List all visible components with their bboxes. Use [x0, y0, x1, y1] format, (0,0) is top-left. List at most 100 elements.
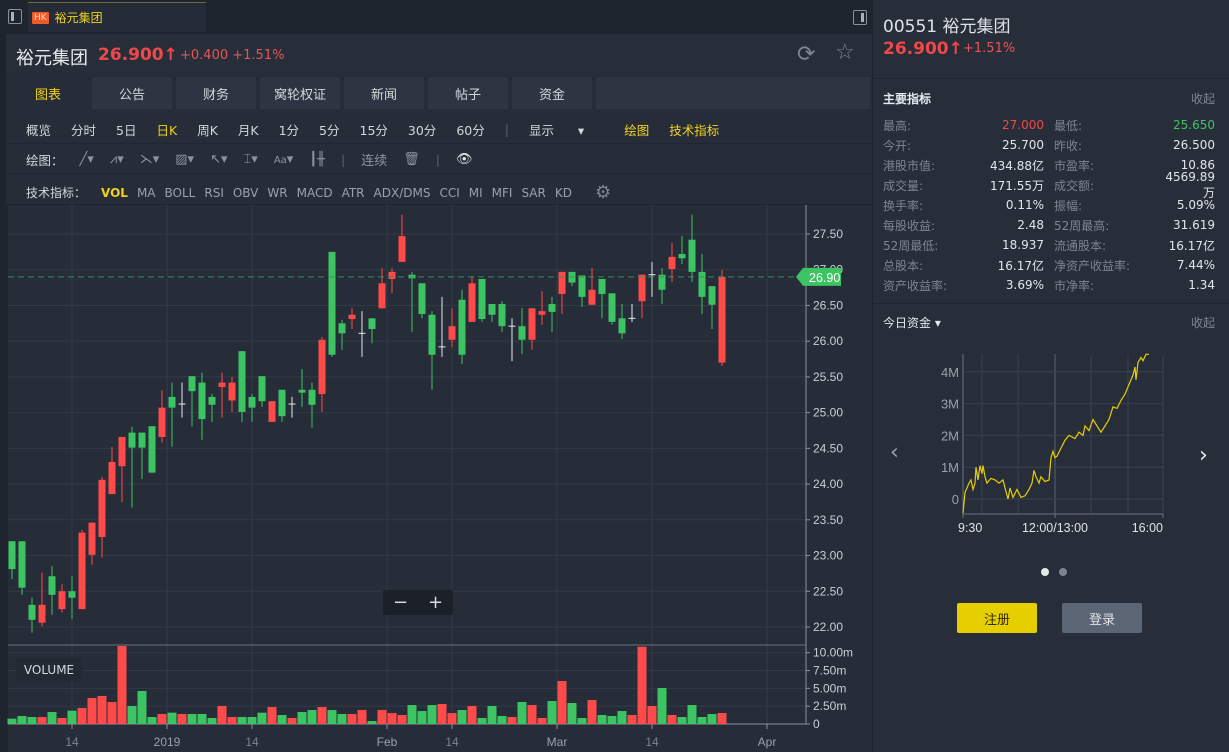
measure-tool-icon[interactable]: ⌶▾ [244, 152, 258, 167]
indicator-sar[interactable]: SAR [521, 186, 545, 200]
indicator-adx-dms[interactable]: ADX/DMS [374, 186, 431, 200]
period-5min[interactable]: 5分 [319, 120, 339, 139]
caret-down-icon: ▾ [573, 123, 585, 138]
polyline-tool-icon[interactable]: ⩘▾ [110, 152, 124, 167]
volume-bar [377, 710, 387, 724]
indicator-obv[interactable]: OBV [233, 186, 259, 200]
volume-bar [197, 714, 207, 724]
time-tick-label: Feb [377, 735, 398, 749]
section-tabs: 图表 公告 财务 窝轮权证 新闻 帖子 资金 [8, 77, 870, 109]
fund-flow-collapse-button[interactable]: 收起 [1180, 314, 1215, 331]
metric-label: 昨收: [1054, 138, 1083, 153]
period-daily-k[interactable]: 日K [156, 120, 177, 139]
volume-tick-label: 10.00m [813, 646, 853, 660]
gear-icon[interactable]: ⚙ [595, 182, 611, 203]
carousel-dot-active[interactable] [1041, 568, 1049, 576]
chevron-right-icon[interactable]: › [1199, 443, 1208, 468]
fund-y-tick-label: 3M [941, 397, 959, 412]
indicators-toggle[interactable]: 技术指标 [669, 120, 719, 139]
volume-bar [437, 704, 447, 724]
tab-news[interactable]: 新闻 [344, 77, 424, 109]
indicator-atr[interactable]: ATR [342, 186, 365, 200]
volume-bar [637, 646, 647, 724]
indicator-macd[interactable]: MACD [297, 186, 333, 200]
indicator-ma[interactable]: MA [137, 186, 156, 200]
volume-bar [47, 712, 57, 724]
period-monthly-k[interactable]: 月K [238, 120, 259, 139]
metric-row: 成交量: 171.55万 成交额: 4569.89万 [883, 170, 1215, 200]
volume-bar [617, 711, 627, 724]
candle-body [188, 376, 196, 392]
indicator-rsi[interactable]: RSI [204, 186, 224, 200]
left-panel-toggle-icon[interactable] [8, 9, 22, 24]
candle-body [268, 401, 276, 422]
candle-body [548, 304, 556, 312]
candle-body [378, 283, 386, 309]
fund-y-tick-label: 2M [941, 428, 959, 443]
register-button[interactable]: 注册 [957, 603, 1037, 633]
indicator-mi[interactable]: MI [469, 186, 483, 200]
indicator-boll[interactable]: BOLL [165, 186, 196, 200]
login-button[interactable]: 登录 [1062, 603, 1142, 633]
key-metrics-collapse-button[interactable]: 收起 [1180, 90, 1215, 107]
indicator-wr[interactable]: WR [267, 186, 287, 200]
zoom-in-button[interactable]: + [428, 592, 443, 613]
time-tick-label: Apr [758, 735, 777, 749]
price-change: +0.400 +1.51% [180, 48, 284, 63]
time-tick-label: 2019 [154, 735, 181, 749]
trash-icon[interactable]: 🗑 [403, 152, 420, 167]
draw-toggle[interactable]: 绘图 [624, 120, 649, 139]
candle-body [338, 323, 346, 334]
period-30min[interactable]: 30分 [408, 120, 436, 139]
period-overview[interactable]: 概览 [26, 120, 51, 139]
favorite-star-icon[interactable]: ☆ [835, 40, 855, 65]
fund-flow-dropdown[interactable]: 今日资金 ▾ [883, 314, 941, 331]
carousel-dot[interactable] [1059, 568, 1067, 576]
stock-tab[interactable]: HK 裕元集团 [28, 2, 206, 32]
candlestick-chart[interactable]: 27.5027.0026.5026.0025.5025.0024.5024.00… [0, 205, 870, 752]
candle-body [588, 289, 596, 305]
candle-tool-icon[interactable]: ┃╫ [309, 152, 325, 167]
line-tool-icon[interactable]: ╱▾ [80, 152, 94, 167]
up-arrow-icon: ↑ [948, 39, 963, 59]
metric-value: 2.48 [1017, 218, 1044, 232]
period-5day[interactable]: 5日 [116, 120, 136, 139]
tab-posts[interactable]: 帖子 [428, 77, 508, 109]
tab-announcements[interactable]: 公告 [92, 77, 172, 109]
right-panel-toggle-icon[interactable] [853, 10, 867, 25]
display-dropdown[interactable]: 显示 ▾ [529, 120, 604, 139]
wave-tool-icon[interactable]: ⋋▾ [140, 152, 160, 167]
continuous-toggle[interactable]: 连续 [361, 150, 387, 169]
volume-bar [407, 705, 417, 724]
indicator-kd[interactable]: KD [555, 186, 572, 200]
period-15min[interactable]: 15分 [360, 120, 388, 139]
tab-chart[interactable]: 图表 [8, 77, 88, 109]
metric-label: 今开: [883, 138, 912, 153]
candle-body [688, 239, 696, 272]
tab-capital[interactable]: 资金 [512, 77, 592, 109]
indicator-cci[interactable]: CCI [439, 186, 459, 200]
text-tool-label: Aa [273, 155, 287, 166]
eye-icon[interactable]: 👁 [456, 152, 473, 167]
period-selector: 概览 分时 5日 日K 周K 月K 1分 5分 15分 30分 60分 | 显示… [26, 120, 739, 139]
tab-financials[interactable]: 财务 [176, 77, 256, 109]
indicator-vol[interactable]: VOL [101, 186, 128, 200]
chevron-left-icon[interactable]: ‹ [890, 440, 899, 465]
metric-label: 净资产收益率: [1054, 258, 1131, 273]
tab-warrants[interactable]: 窝轮权证 [260, 77, 340, 109]
fibonacci-tool-icon[interactable]: ▨▾ [175, 152, 194, 167]
arrow-tool-icon[interactable]: ↖▾ [210, 152, 227, 167]
indicator-mfi[interactable]: MFI [492, 186, 513, 200]
period-weekly-k[interactable]: 周K [197, 120, 218, 139]
candle-body [598, 279, 606, 295]
stock-tab-label: 裕元集团 [54, 11, 103, 25]
volume-bar [67, 710, 77, 724]
period-60min[interactable]: 60分 [456, 120, 484, 139]
volume-bar [677, 717, 687, 724]
text-tool-icon[interactable]: Aa▾ [274, 152, 294, 167]
zoom-out-button[interactable]: − [393, 592, 408, 613]
volume-bar [417, 711, 427, 724]
period-intraday[interactable]: 分时 [71, 120, 96, 139]
period-1min[interactable]: 1分 [279, 120, 299, 139]
refresh-icon[interactable]: ⟳ [797, 42, 815, 67]
